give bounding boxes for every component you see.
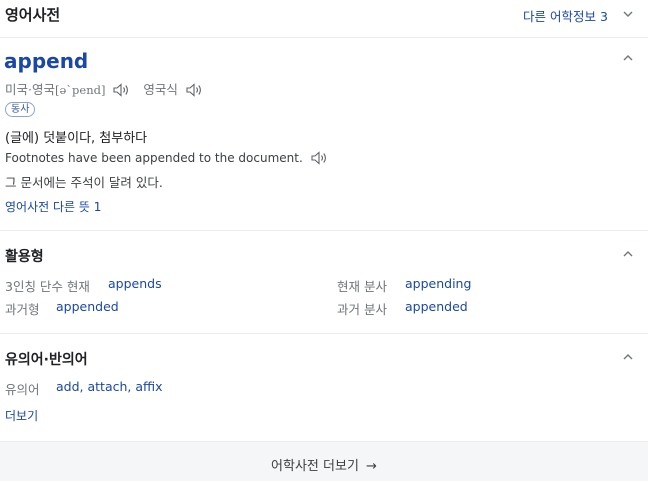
- other-language-info-label: 다른 어학정보: [523, 9, 596, 24]
- speaker-icon[interactable]: [186, 83, 204, 97]
- divider: [0, 230, 648, 231]
- arrow-right-icon: →: [366, 459, 377, 474]
- footer-bar: 어학사전 더보기 →: [0, 441, 648, 481]
- past-participle-value[interactable]: appended: [405, 299, 468, 314]
- divider: [0, 333, 648, 334]
- pronunciation-uk-label: 영국식: [143, 82, 178, 97]
- dictionary-more-link[interactable]: 어학사전 더보기 →: [0, 455, 648, 474]
- part-of-speech-badge: 동사: [5, 102, 36, 117]
- third-person-label: 3인칭 단수 현재: [5, 279, 90, 294]
- pronunciation-row: 미국·영국[ə`pend] 영국식: [5, 79, 204, 98]
- divider: [0, 37, 648, 38]
- past-tense-label: 과거형: [5, 302, 40, 317]
- present-participle-value[interactable]: appending: [405, 276, 471, 291]
- example-english-text: Footnotes have been appended to the docu…: [5, 151, 303, 165]
- other-language-info-count: 3: [599, 9, 608, 24]
- synonyms-title: 유의어·반의어: [5, 352, 88, 368]
- past-tense-value[interactable]: appended: [56, 299, 119, 314]
- chevron-down-icon[interactable]: [622, 8, 634, 20]
- chevron-up-icon[interactable]: [622, 248, 634, 260]
- chevron-up-icon[interactable]: [622, 52, 634, 64]
- synonym-values[interactable]: add, attach, affix: [56, 379, 162, 394]
- phonetic-symbol: [ə`pend]: [54, 83, 106, 97]
- dictionary-more-label: 어학사전 더보기: [271, 459, 359, 474]
- meaning-text: (글에) 덧붙이다, 첨부하다: [5, 131, 148, 146]
- example-english: Footnotes have been appended to the docu…: [5, 151, 329, 165]
- third-person-value[interactable]: appends: [108, 276, 162, 291]
- synonyms-more-link[interactable]: 더보기: [5, 407, 38, 424]
- speaker-icon[interactable]: [113, 83, 131, 97]
- headword[interactable]: append: [4, 49, 88, 73]
- example-korean: 그 문서에는 주석이 달려 있다.: [5, 175, 163, 190]
- conjugation-title: 활용형: [5, 249, 44, 265]
- chevron-up-icon[interactable]: [622, 351, 634, 363]
- pronunciation-region: 미국·영국: [5, 82, 55, 97]
- more-meanings-link[interactable]: 영어사전 다른 뜻 1: [5, 198, 101, 215]
- synonym-label: 유의어: [5, 382, 40, 397]
- present-participle-label: 현재 분사: [337, 279, 387, 294]
- speaker-icon[interactable]: [311, 151, 329, 165]
- other-language-info-link[interactable]: 다른 어학정보 3: [523, 6, 608, 25]
- past-participle-label: 과거 분사: [337, 302, 387, 317]
- page-title: 영어사전: [5, 6, 61, 24]
